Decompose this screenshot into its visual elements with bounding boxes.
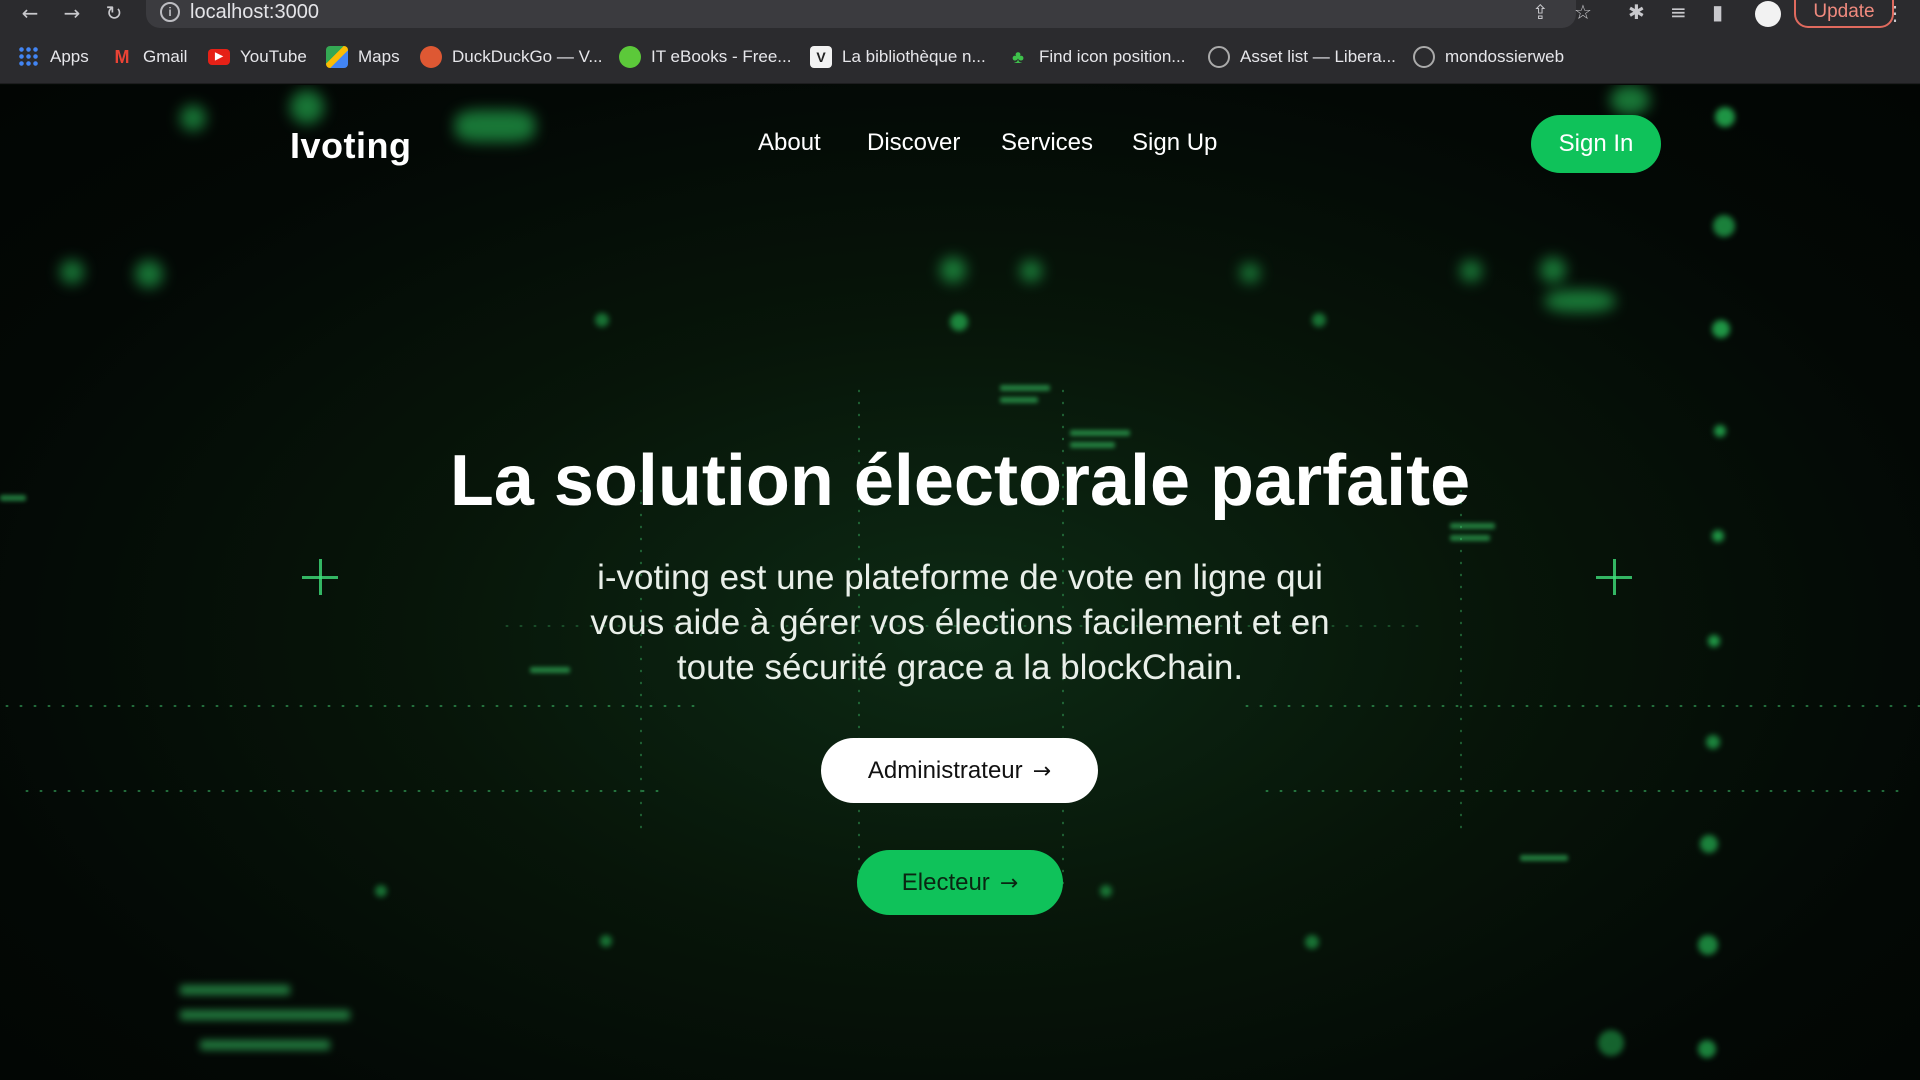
site-info-icon[interactable]: i bbox=[160, 2, 180, 22]
plant-icon: ♣ bbox=[1012, 47, 1024, 67]
forward-icon[interactable]: → bbox=[60, 2, 84, 26]
nav-services[interactable]: Services bbox=[1001, 129, 1093, 157]
nav-discover[interactable]: Discover bbox=[867, 129, 960, 157]
brand-logo[interactable]: Ivoting bbox=[290, 125, 411, 167]
gmail-icon: M bbox=[114, 47, 130, 67]
url-text[interactable]: localhost:3000 bbox=[190, 1, 319, 23]
bookmark-youtube[interactable]: ▶ YouTube bbox=[208, 45, 307, 69]
menu-kebab-icon[interactable]: ⋮ bbox=[1885, 1, 1905, 26]
address-bar[interactable] bbox=[146, 0, 1576, 28]
profile-avatar[interactable] bbox=[1755, 1, 1781, 27]
hero-title: La solution électorale parfaite bbox=[449, 441, 1471, 521]
bookmark-bibliotheque[interactable]: V La bibliothèque n... bbox=[810, 45, 986, 69]
back-icon[interactable]: ← bbox=[18, 2, 42, 26]
share-icon[interactable]: ⇪ bbox=[1532, 1, 1549, 23]
bookmark-label: Asset list — Libera... bbox=[1240, 47, 1396, 66]
administrateur-button[interactable]: Administrateur → bbox=[821, 738, 1098, 803]
bookmark-find-icon[interactable]: ♣ Find icon position... bbox=[1007, 45, 1185, 69]
nav-about[interactable]: About bbox=[758, 129, 821, 157]
hero-subtitle: i-voting est une plateforme de vote en l… bbox=[590, 558, 1330, 687]
v-logo-icon: V bbox=[810, 46, 832, 68]
reload-icon[interactable]: ↻ bbox=[102, 2, 126, 26]
globe-icon bbox=[1413, 46, 1435, 68]
update-button[interactable]: Update bbox=[1794, 0, 1894, 28]
duckduckgo-icon bbox=[420, 46, 442, 68]
green-dot-icon bbox=[619, 46, 641, 68]
arrow-right-icon: → bbox=[1032, 759, 1052, 784]
electeur-label: Electeur bbox=[901, 869, 990, 896]
bookmark-star-icon[interactable]: ☆ bbox=[1574, 1, 1592, 23]
side-panel-icon[interactable]: ▮ bbox=[1712, 1, 1723, 23]
bookmark-mondossierweb[interactable]: mondossierweb bbox=[1413, 45, 1564, 69]
administrateur-label: Administrateur bbox=[867, 757, 1023, 784]
bookmark-it-ebooks[interactable]: IT eBooks - Free... bbox=[619, 45, 791, 69]
arrow-right-icon: → bbox=[999, 871, 1019, 896]
bookmarks-bar: Apps M Gmail ▶ YouTube Maps DuckDuckGo —… bbox=[0, 28, 1920, 84]
bookmark-duckduckgo[interactable]: DuckDuckGo — V... bbox=[420, 45, 603, 69]
bookmark-label: YouTube bbox=[240, 47, 307, 66]
bookmark-maps[interactable]: Maps bbox=[326, 45, 400, 69]
apps-grid-icon bbox=[18, 46, 40, 68]
landing-page: Ivoting About Discover Services Sign Up … bbox=[0, 85, 1920, 1080]
sign-in-button[interactable]: Sign In bbox=[1531, 115, 1661, 173]
bookmark-asset-list[interactable]: Asset list — Libera... bbox=[1208, 45, 1396, 69]
globe-icon bbox=[1208, 46, 1230, 68]
bookmark-label: DuckDuckGo — V... bbox=[452, 47, 603, 66]
youtube-icon: ▶ bbox=[208, 49, 230, 65]
bookmark-label: Gmail bbox=[143, 47, 188, 66]
bookmark-label: Find icon position... bbox=[1039, 47, 1186, 66]
bookmark-label: IT eBooks - Free... bbox=[651, 47, 792, 66]
browser-toolbar: ← → ↻ i localhost:3000 ⇪ ☆ ✱ ≡ ▮ Update … bbox=[0, 0, 1920, 28]
bookmark-label: La bibliothèque n... bbox=[842, 47, 986, 66]
nav-sign-up[interactable]: Sign Up bbox=[1132, 129, 1217, 157]
bookmark-gmail[interactable]: M Gmail bbox=[111, 45, 188, 69]
bookmark-label: mondossierweb bbox=[1445, 47, 1565, 66]
bookmark-label: Apps bbox=[50, 47, 89, 66]
electeur-button[interactable]: Electeur → bbox=[857, 850, 1063, 915]
extensions-icon[interactable]: ✱ bbox=[1628, 1, 1645, 23]
reading-list-icon[interactable]: ≡ bbox=[1670, 1, 1687, 23]
bookmark-label: Maps bbox=[358, 47, 400, 66]
maps-icon bbox=[326, 46, 348, 68]
bookmark-apps[interactable]: Apps bbox=[18, 45, 89, 69]
